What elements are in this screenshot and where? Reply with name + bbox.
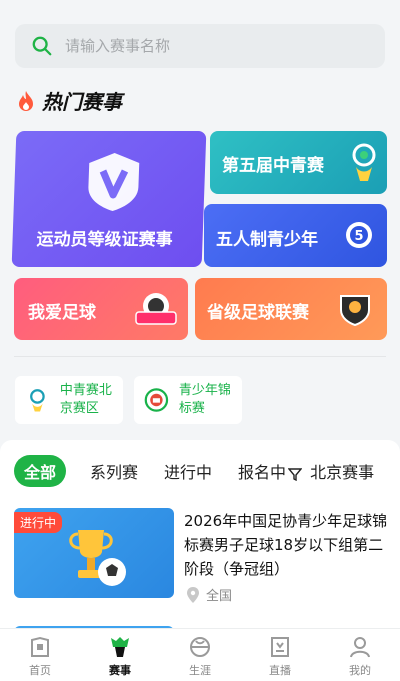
search-bar[interactable] — [15, 24, 385, 68]
svg-text:5: 5 — [354, 229, 363, 244]
card-love-label: 我爱足球 — [28, 303, 96, 323]
event-location: 全国 — [186, 585, 232, 604]
status-badge: 进行中 — [14, 512, 63, 533]
card-fifth-youth-games[interactable]: 第五届中青赛 — [210, 131, 387, 194]
provincial-league-logo-icon — [340, 295, 370, 326]
tab-registering-label: 报名中 — [238, 463, 287, 482]
card-five-label: 五人制青少年 — [216, 230, 318, 250]
tab-beijing[interactable]: 北京赛事 — [310, 459, 374, 483]
nav-career[interactable]: 生涯 — [160, 629, 240, 681]
nav-events-label: 赛事 — [109, 664, 131, 677]
event-title[interactable]: 2026年中国足协青少年足球锦标赛男子足球18岁以下组第二阶段（争冠组） — [184, 509, 390, 581]
trophy-icon — [69, 530, 126, 586]
card-fifth-label: 第五届中青赛 — [222, 156, 324, 176]
card-provincial-league[interactable]: 省级足球联赛 — [195, 278, 387, 340]
search-icon — [32, 36, 52, 56]
tab-series[interactable]: 系列赛 — [90, 459, 138, 483]
card-provincial-label: 省级足球联赛 — [207, 303, 309, 323]
nav-profile-label: 我的 — [349, 664, 371, 677]
event-tabs: 全部 系列赛 进行中 报名中 北京赛事 — [14, 455, 400, 487]
nav-home-label: 首页 — [29, 664, 51, 677]
tab-all[interactable]: 全部 — [14, 455, 67, 487]
hot-title-text: 热门赛事 — [42, 90, 122, 114]
nav-live-label: 直播 — [269, 664, 291, 677]
trophy-tab-icon — [111, 637, 129, 657]
chip-youth-championship[interactable]: 青少年锦标赛 — [134, 376, 242, 424]
championship-logo-icon — [144, 388, 169, 412]
love-football-logo-icon — [135, 293, 177, 325]
card-five-a-side[interactable]: 五人制青少年 5 — [204, 204, 387, 267]
bottom-nav: 首页 赛事 生涯 直播 我的 — [0, 628, 400, 681]
filter-icon — [288, 467, 303, 481]
nav-career-label: 生涯 — [189, 664, 211, 677]
home-icon — [31, 636, 49, 657]
flame-icon — [19, 90, 33, 111]
v-shield-icon — [88, 153, 140, 211]
youth-games-small-logo-icon — [30, 389, 45, 412]
card-athlete-label: 运动员等级证赛事 — [36, 230, 173, 250]
nav-live[interactable]: 直播 — [240, 629, 320, 681]
nav-events[interactable]: 赛事 — [80, 629, 160, 681]
card-athlete-grade[interactable]: 运动员等级证赛事 — [11, 131, 207, 267]
chip-beijing-label: 中青赛北京赛区 — [59, 383, 112, 416]
nav-profile[interactable]: 我的 — [320, 629, 400, 681]
location-pin-icon — [187, 586, 199, 603]
search-input[interactable] — [65, 37, 345, 55]
youth-games-logo-icon — [352, 143, 376, 181]
chip-beijing-division[interactable]: 中青赛北京赛区 — [15, 376, 123, 424]
hot-section-title: 热门赛事 — [16, 86, 122, 115]
event-thumbnail[interactable]: 进行中 — [14, 508, 174, 598]
event-location-text: 全国 — [206, 589, 233, 604]
tab-ongoing[interactable]: 进行中 — [164, 459, 212, 483]
live-icon — [271, 637, 289, 657]
card-love-football[interactable]: 我爱足球 — [14, 278, 188, 340]
five-logo-icon: 5 — [346, 222, 372, 248]
career-icon — [190, 637, 210, 657]
chip-championship-label: 青少年锦标赛 — [178, 383, 231, 416]
tab-registering[interactable]: 报名中 — [238, 459, 303, 483]
section-divider — [14, 356, 386, 357]
profile-icon — [350, 637, 370, 658]
nav-home[interactable]: 首页 — [0, 629, 80, 681]
